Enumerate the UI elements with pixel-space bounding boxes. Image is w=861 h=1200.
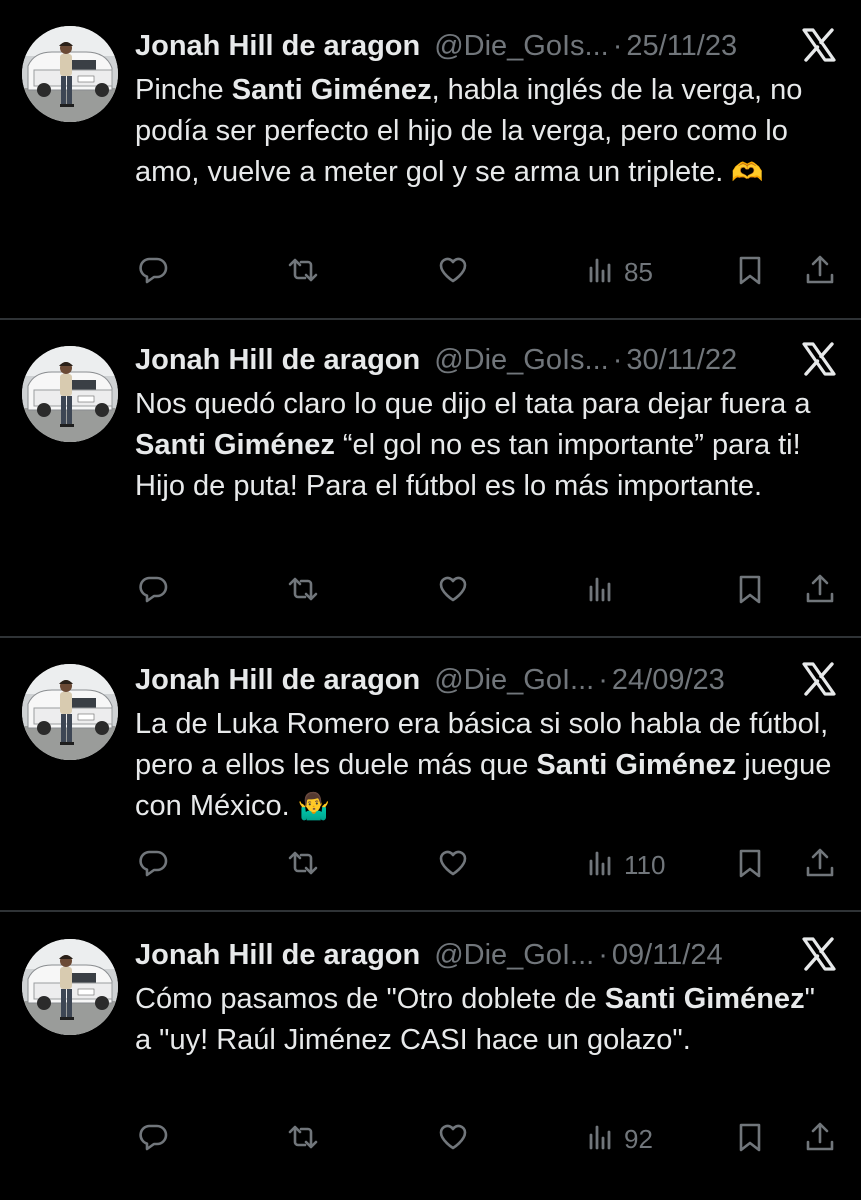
views-icon bbox=[584, 846, 618, 885]
share-button[interactable] bbox=[803, 571, 837, 611]
views-icon bbox=[584, 253, 618, 292]
reply-button[interactable] bbox=[136, 571, 170, 611]
share-icon bbox=[803, 572, 837, 611]
reply-button[interactable] bbox=[136, 845, 170, 885]
author-name[interactable]: Jonah Hill de aragon bbox=[135, 344, 420, 377]
avatar[interactable] bbox=[22, 939, 118, 1035]
tweet-date[interactable]: 25/11/23 bbox=[626, 30, 737, 63]
bookmark-icon bbox=[733, 253, 767, 292]
retweet-icon bbox=[286, 572, 320, 611]
share-icon bbox=[803, 846, 837, 885]
views-icon bbox=[584, 1120, 618, 1159]
tweet-text: Cómo pasamos de "Otro doblete de Santi G… bbox=[135, 979, 835, 1061]
author-name[interactable]: Jonah Hill de aragon bbox=[135, 30, 420, 63]
separator-dot: · bbox=[612, 343, 623, 376]
reply-button[interactable] bbox=[136, 252, 170, 292]
avatar[interactable] bbox=[22, 664, 118, 760]
tweet-actions: 110 bbox=[0, 845, 861, 885]
retweet-button[interactable] bbox=[286, 1119, 320, 1159]
separator-dot: · bbox=[598, 938, 608, 971]
tweet-text-part: Cómo pasamos de "Otro doblete de bbox=[135, 983, 605, 1015]
views-icon bbox=[584, 572, 618, 611]
x-logo-icon bbox=[800, 340, 838, 378]
share-button[interactable] bbox=[803, 845, 837, 885]
tweet-header: Jonah Hill de aragon @Die_GoIs... · 25/1… bbox=[135, 24, 737, 68]
views-button[interactable]: 85 bbox=[584, 252, 653, 292]
avatar[interactable] bbox=[22, 26, 118, 122]
x-logo-icon bbox=[800, 660, 838, 698]
tweet-text-part: 🤷‍♂️ bbox=[297, 791, 331, 821]
views-count: 92 bbox=[624, 1123, 653, 1154]
like-button[interactable] bbox=[436, 845, 470, 885]
separator-dot: · bbox=[598, 663, 608, 696]
tweet-text-part: Pinche bbox=[135, 74, 232, 106]
tweet-actions bbox=[0, 571, 861, 611]
reply-icon bbox=[136, 846, 170, 885]
like-icon bbox=[436, 253, 470, 292]
tweet-header: Jonah Hill de aragon @Die_GoI... · 24/09… bbox=[135, 658, 725, 702]
like-button[interactable] bbox=[436, 571, 470, 611]
tweet-text-part: Nos quedó claro lo que dijo el tata para… bbox=[135, 388, 811, 420]
bookmark-button[interactable] bbox=[733, 252, 767, 292]
mention-highlight: Santi Giménez bbox=[604, 983, 805, 1015]
reply-icon bbox=[136, 253, 170, 292]
share-icon bbox=[803, 1120, 837, 1159]
x-logo-icon bbox=[800, 935, 838, 973]
share-button[interactable] bbox=[803, 1119, 837, 1159]
mention-highlight: Santi Giménez bbox=[231, 74, 432, 106]
bookmark-button[interactable] bbox=[733, 571, 767, 611]
tweet-text-part: 🫶 bbox=[731, 157, 764, 187]
author-handle[interactable]: @Die_GoI... bbox=[434, 664, 594, 697]
author-handle[interactable]: @Die_GoI... bbox=[434, 939, 594, 972]
bookmark-button[interactable] bbox=[733, 1119, 767, 1159]
tweet-actions: 85 bbox=[0, 252, 861, 292]
mention-highlight: Santi Giménez bbox=[135, 429, 335, 461]
reply-icon bbox=[136, 572, 170, 611]
mention-highlight: Santi Giménez bbox=[536, 749, 737, 781]
retweet-icon bbox=[286, 846, 320, 885]
views-button[interactable]: 92 bbox=[584, 1119, 653, 1159]
like-icon bbox=[436, 1120, 470, 1159]
bookmark-icon bbox=[733, 1120, 767, 1159]
author-name[interactable]: Jonah Hill de aragon bbox=[135, 664, 420, 697]
divider bbox=[0, 636, 861, 638]
divider bbox=[0, 910, 861, 912]
views-button[interactable]: 110 bbox=[584, 845, 665, 885]
separator-dot: · bbox=[612, 29, 623, 62]
tweet-text: Nos quedó claro lo que dijo el tata para… bbox=[135, 384, 835, 507]
bookmark-icon bbox=[733, 846, 767, 885]
retweet-icon bbox=[286, 1120, 320, 1159]
author-handle[interactable]: @Die_GoIs... bbox=[434, 344, 609, 377]
bookmark-button[interactable] bbox=[733, 845, 767, 885]
divider bbox=[0, 318, 861, 320]
tweet-text: Pinche Santi Giménez, habla inglés de la… bbox=[135, 70, 835, 193]
views-count: 110 bbox=[624, 849, 666, 880]
tweet-date[interactable]: 30/11/22 bbox=[626, 344, 737, 377]
views-button[interactable] bbox=[584, 571, 618, 611]
retweet-icon bbox=[286, 253, 320, 292]
share-button[interactable] bbox=[803, 252, 837, 292]
tweet-header: Jonah Hill de aragon @Die_GoIs... · 30/1… bbox=[135, 338, 737, 382]
tweet-date[interactable]: 09/11/24 bbox=[612, 939, 723, 972]
tweet-text: La de Luka Romero era básica si solo hab… bbox=[135, 704, 835, 827]
author-handle[interactable]: @Die_GoIs... bbox=[434, 30, 609, 63]
reply-button[interactable] bbox=[136, 1119, 170, 1159]
avatar[interactable] bbox=[22, 346, 118, 442]
tweet-header: Jonah Hill de aragon @Die_GoI... · 09/11… bbox=[135, 933, 723, 977]
author-name[interactable]: Jonah Hill de aragon bbox=[135, 939, 420, 972]
retweet-button[interactable] bbox=[286, 571, 320, 611]
like-button[interactable] bbox=[436, 1119, 470, 1159]
reply-icon bbox=[136, 1120, 170, 1159]
like-button[interactable] bbox=[436, 252, 470, 292]
retweet-button[interactable] bbox=[286, 252, 320, 292]
tweet-date[interactable]: 24/09/23 bbox=[612, 664, 725, 697]
tweet-actions: 92 bbox=[0, 1119, 861, 1159]
bookmark-icon bbox=[733, 572, 767, 611]
share-icon bbox=[803, 253, 837, 292]
x-logo-icon bbox=[800, 26, 838, 64]
retweet-button[interactable] bbox=[286, 845, 320, 885]
like-icon bbox=[436, 572, 470, 611]
like-icon bbox=[436, 846, 470, 885]
views-count: 85 bbox=[624, 256, 653, 287]
